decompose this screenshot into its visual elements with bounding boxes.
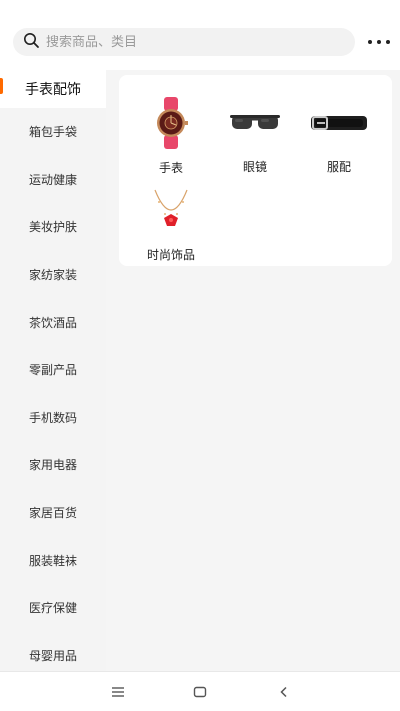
watch-icon [136, 97, 206, 149]
sidebar-item-tea-wine[interactable]: 茶饮酒品 [0, 298, 106, 346]
sidebar-item-label: 美妆护肤 [28, 220, 77, 235]
sidebar-item-baby[interactable]: 母婴用品 [0, 632, 106, 671]
sidebar-item-label: 家居百货 [28, 506, 77, 521]
sidebar-item-home-textile[interactable]: 家纺家装 [0, 251, 106, 299]
search-bar[interactable] [13, 28, 355, 56]
belt-icon [304, 97, 374, 148]
sidebar-item-label: 茶饮酒品 [28, 315, 77, 330]
category-belt[interactable]: 服配 [299, 97, 379, 175]
sidebar-item-label: 零副产品 [28, 363, 77, 378]
sidebar-item-bags[interactable]: 箱包手袋 [0, 108, 106, 156]
more-dots-icon[interactable] [368, 34, 390, 50]
sidebar-item-label: 母婴用品 [28, 648, 77, 663]
sidebar-item-appliances[interactable]: 家用电器 [0, 441, 106, 489]
search-input[interactable] [46, 34, 336, 50]
sidebar-item-label: 箱包手袋 [28, 125, 77, 140]
category-label: 手表 [158, 161, 183, 175]
category-fashion-jewelry[interactable]: 时尚饰品 [131, 185, 211, 263]
sidebar-item-medical[interactable]: 医疗保健 [0, 584, 106, 632]
category-watch[interactable]: 手表 [131, 97, 211, 175]
header-bar [0, 0, 400, 70]
sidebar-item-apparel[interactable]: 服装鞋袜 [0, 536, 106, 584]
sidebar-item-sports-health[interactable]: 运动健康 [0, 156, 106, 204]
necklace-icon [136, 185, 206, 236]
sidebar-item-label: 运动健康 [28, 172, 77, 187]
category-label: 服配 [326, 160, 351, 174]
sidebar-item-label: 服装鞋袜 [28, 553, 77, 568]
search-icon [23, 32, 40, 53]
category-sidebar: 手表配饰 箱包手袋 运动健康 美妆护肤 家纺家装 茶饮酒品 零副产品 手机数码 … [0, 70, 106, 671]
sidebar-item-digital[interactable]: 手机数码 [0, 394, 106, 442]
category-label: 眼镜 [242, 160, 267, 174]
category-label: 时尚饰品 [146, 248, 195, 262]
system-navigation-bar [0, 671, 400, 711]
sidebar-item-watches-accessories[interactable]: 手表配饰 [0, 70, 106, 108]
sidebar-item-byproducts[interactable]: 零副产品 [0, 346, 106, 394]
home-square-icon[interactable] [190, 682, 210, 702]
sidebar-item-beauty[interactable]: 美妆护肤 [0, 203, 106, 251]
glasses-icon [220, 97, 290, 148]
sidebar-item-household[interactable]: 家居百货 [0, 489, 106, 537]
sidebar-item-label: 家用电器 [28, 458, 77, 473]
sidebar-item-label: 家纺家装 [28, 268, 77, 283]
menu-icon[interactable] [108, 682, 128, 702]
back-chevron-icon[interactable] [274, 682, 294, 702]
sidebar-item-label: 手表配饰 [25, 82, 81, 98]
sidebar-item-label: 医疗保健 [28, 601, 77, 616]
sidebar-item-label: 手机数码 [28, 410, 77, 425]
subcategory-card: 手表 眼镜 服配 时尚饰品 [119, 75, 392, 266]
category-glasses[interactable]: 眼镜 [215, 97, 295, 175]
